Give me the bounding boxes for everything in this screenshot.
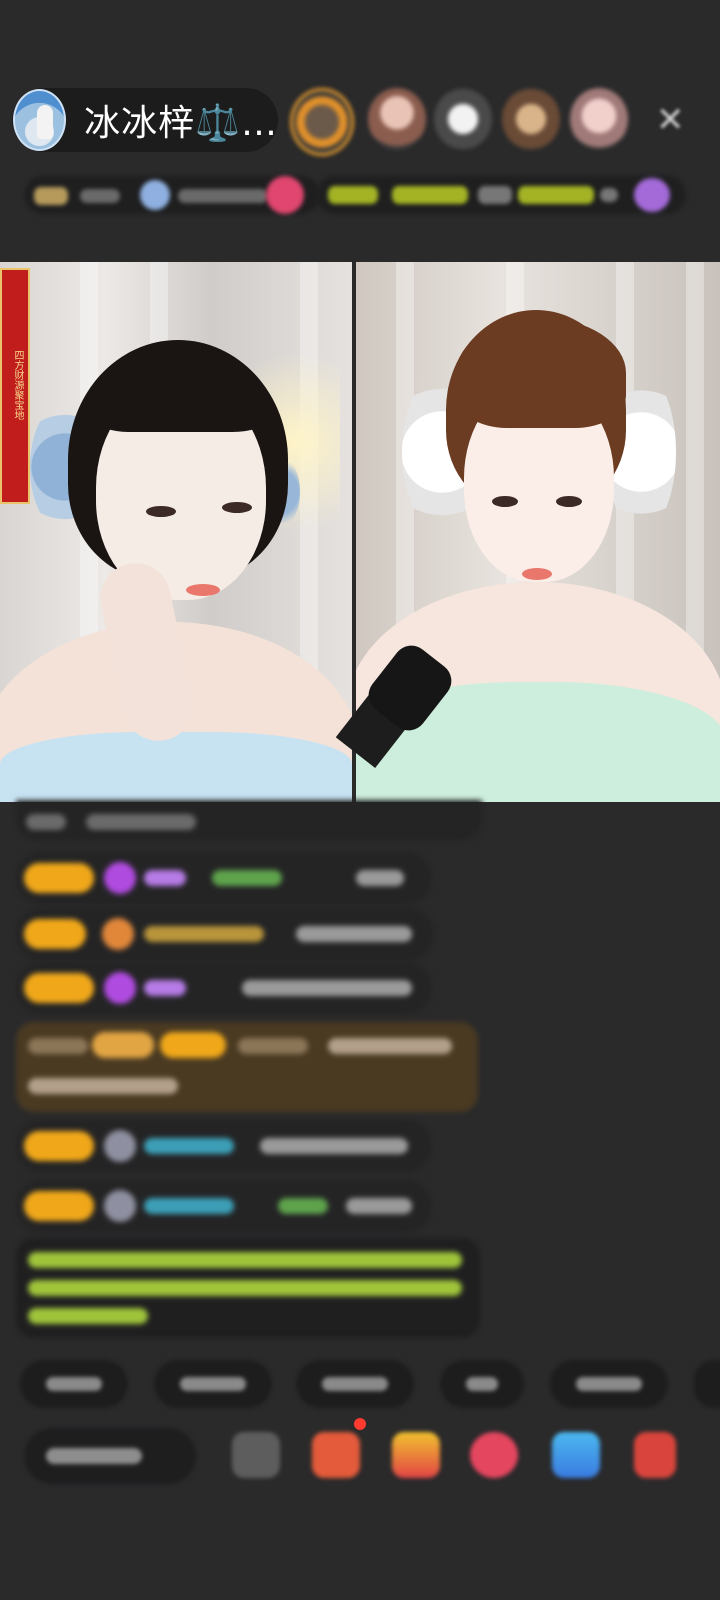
fortune-banner: 四方财源聚宝地: [0, 268, 30, 504]
avatar: [104, 1130, 136, 1162]
emoji-icon[interactable]: [232, 1432, 280, 1478]
gift-icon: [140, 180, 170, 210]
host-avatar[interactable]: [13, 89, 67, 151]
blurred-tag-text: [328, 186, 378, 204]
quick-reply-chip-1[interactable]: [20, 1360, 128, 1408]
purple-gift-icon: [634, 178, 670, 212]
rank-icon: [34, 187, 68, 205]
level-badge: [24, 919, 86, 949]
chat-message-highlight[interactable]: [16, 1022, 478, 1112]
chat-message[interactable]: [16, 962, 432, 1014]
blurred-tag-text: [600, 188, 618, 202]
diamond-icon: [104, 862, 136, 894]
quick-reply-chip-2[interactable]: [154, 1360, 272, 1408]
banner-text: 四方财源聚宝地: [12, 350, 23, 420]
level-badge: [24, 1131, 94, 1161]
heart-gift-icon[interactable]: [470, 1432, 518, 1478]
chat-message[interactable]: [16, 852, 432, 904]
more-icon[interactable]: [634, 1432, 676, 1478]
quick-reply-chip-6[interactable]: [694, 1360, 720, 1408]
viewer-avatar-3[interactable]: [434, 88, 492, 150]
level-badge: [24, 1191, 94, 1221]
red-envelope-icon[interactable]: [392, 1432, 440, 1478]
viewer-avatar-2[interactable]: [368, 88, 426, 150]
chat-message[interactable]: [16, 800, 482, 840]
chat-message[interactable]: [16, 1180, 432, 1232]
level-badge: [24, 973, 94, 1003]
viewer-avatar-1[interactable]: [290, 88, 354, 156]
blurred-stat-text: [80, 189, 120, 203]
system-notice: [16, 1238, 480, 1338]
blurred-tag-text: [392, 186, 468, 204]
gift-box-icon[interactable]: [312, 1432, 360, 1478]
viewer-avatar-5[interactable]: [570, 88, 628, 150]
chat-bubble-icon[interactable]: [552, 1432, 600, 1478]
notification-dot: [354, 1418, 366, 1430]
dress: [0, 732, 352, 802]
chat-message[interactable]: [16, 908, 434, 960]
level-badge: [24, 863, 94, 893]
video-left[interactable]: [0, 262, 352, 802]
close-icon[interactable]: ✕: [656, 100, 685, 140]
diamond-icon: [104, 972, 136, 1004]
avatar: [104, 1190, 136, 1222]
quick-reply-chip-4[interactable]: [440, 1360, 524, 1408]
comment-input[interactable]: [24, 1428, 196, 1484]
badge-icon: [102, 918, 134, 950]
host-name: 冰冰梓⚖️…: [84, 103, 278, 144]
chat-message[interactable]: [16, 1120, 432, 1172]
blurred-tag-text: [478, 186, 512, 204]
viewer-avatar-4[interactable]: [502, 88, 560, 150]
quick-reply-chip-5[interactable]: [550, 1360, 668, 1408]
host-info-pill[interactable]: 冰冰梓⚖️…: [12, 88, 278, 152]
blurred-stat-text: [178, 189, 268, 203]
blurred-tag-text: [518, 186, 594, 204]
heart-icon: [266, 176, 304, 214]
quick-reply-chip-3[interactable]: [296, 1360, 414, 1408]
